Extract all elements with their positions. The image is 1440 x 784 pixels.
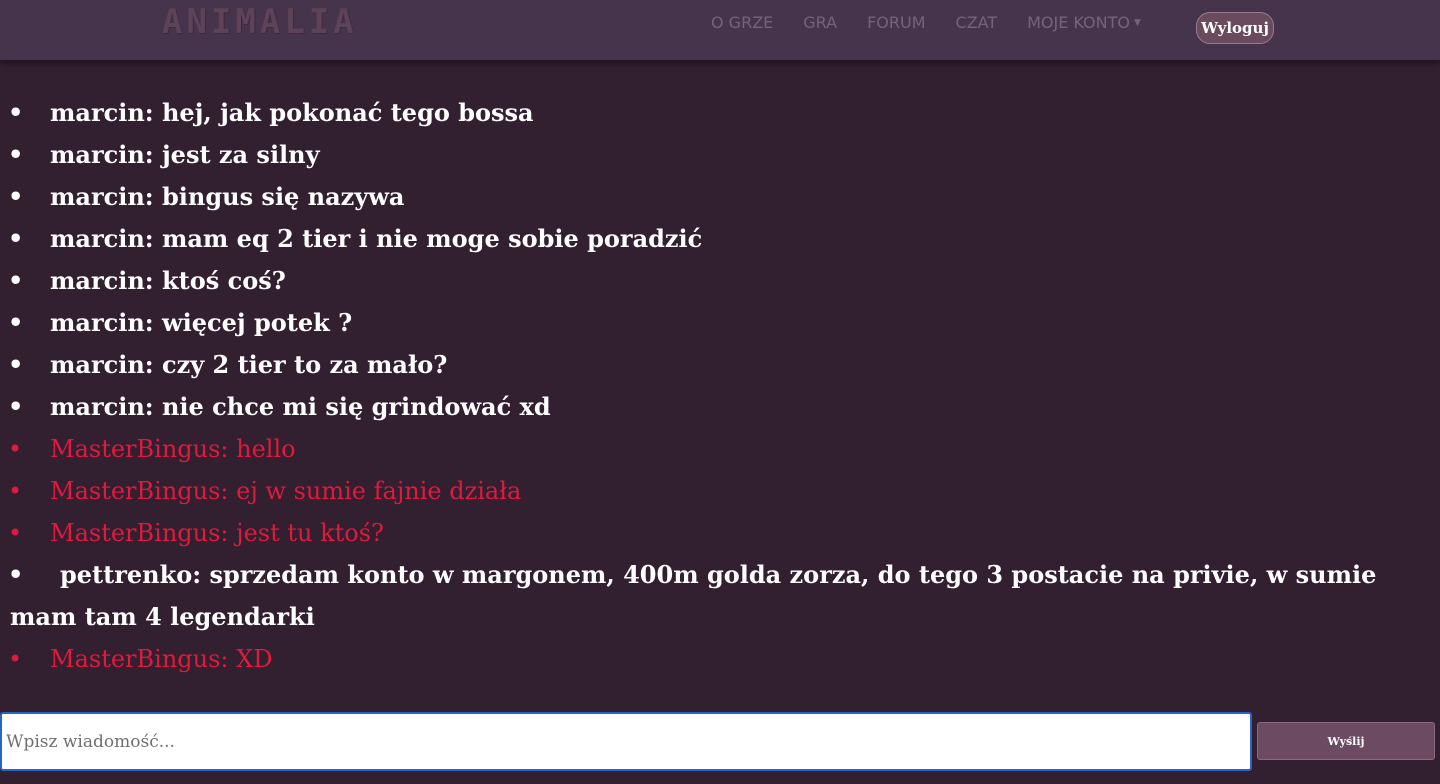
send-button[interactable]: Wyślij	[1257, 722, 1435, 760]
chat-message-list: • marcin: hej, jak pokonać tego bossa • ma…	[0, 92, 1420, 680]
nav-link-gra[interactable]: GRA	[803, 13, 837, 32]
nav-links: O GRZE GRA FORUM CZAT MOJE KONTO ▼	[711, 10, 1171, 34]
bullet-icon: •	[8, 435, 23, 463]
site-logo[interactable]: ANIMALIA	[162, 2, 358, 42]
chat-message: • marcin: jest za silny	[0, 134, 1420, 176]
caret-down-icon: ▼	[1133, 18, 1141, 28]
chat-message-text: MasterBingus: jest tu ktoś?	[50, 519, 384, 547]
logout-button[interactable]: Wyloguj	[1196, 12, 1274, 44]
chat-message-text: marcin: hej, jak pokonać tego bossa	[50, 98, 534, 127]
chat-message-text: marcin: więcej potek ?	[50, 308, 353, 337]
chat-message: • marcin: ktoś coś?	[0, 260, 1420, 302]
chat-message-text: marcin: mam eq 2 tier i nie moge sobie p…	[50, 224, 703, 253]
message-input[interactable]	[0, 712, 1252, 771]
bullet-icon: •	[8, 560, 24, 589]
chat-message-text: MasterBingus: ej w sumie fajnie działa	[50, 477, 522, 505]
chat-message: • marcin: czy 2 tier to za mało?	[0, 344, 1420, 386]
navbar: ANIMALIA O GRZE GRA FORUM CZAT MOJE KONT…	[0, 0, 1440, 60]
chat-message: • MasterBingus: ej w sumie fajnie działa	[0, 470, 1420, 512]
chat-message-text: pettrenko: sprzedam konto w margonem, 40…	[10, 560, 1377, 631]
chat-message-text: marcin: bingus się nazywa	[50, 182, 405, 211]
chat-message: • marcin: bingus się nazywa	[0, 176, 1420, 218]
chat-message: • MasterBingus: XD	[0, 638, 1420, 680]
chat-message-text: marcin: ktoś coś?	[50, 266, 286, 295]
bullet-icon: •	[8, 98, 24, 127]
nav-link-forum[interactable]: FORUM	[867, 13, 925, 32]
chat-message-text: marcin: jest za silny	[50, 140, 320, 169]
chat-message: • MasterBingus: hello	[0, 428, 1420, 470]
bullet-icon: •	[8, 519, 23, 547]
chat-message-text: MasterBingus: hello	[50, 435, 296, 463]
bullet-icon: •	[8, 266, 24, 295]
chat-message: • pettrenko: sprzedam konto w margonem, 4…	[0, 554, 1420, 638]
bullet-icon: •	[8, 140, 24, 169]
bullet-icon: •	[8, 350, 24, 379]
chat-message-text: marcin: nie chce mi się grindować xd	[50, 392, 551, 421]
bullet-icon: •	[8, 477, 23, 505]
nav-link-o-grze[interactable]: O GRZE	[711, 13, 773, 32]
chat-message-text: marcin: czy 2 tier to za mało?	[50, 350, 448, 379]
bullet-icon: •	[8, 308, 24, 337]
bullet-icon: •	[8, 224, 24, 253]
account-dropdown-label: MOJE KONTO	[1027, 12, 1130, 32]
chat-message-text: MasterBingus: XD	[50, 645, 273, 673]
chat-message: • marcin: hej, jak pokonać tego bossa	[0, 92, 1420, 134]
chat-message: • marcin: więcej potek ?	[0, 302, 1420, 344]
account-dropdown[interactable]: MOJE KONTO ▼	[1027, 13, 1141, 32]
bullet-icon: •	[8, 392, 24, 421]
chat-message: • MasterBingus: jest tu ktoś?	[0, 512, 1420, 554]
chat-message: • marcin: mam eq 2 tier i nie moge sobie …	[0, 218, 1420, 260]
bullet-icon: •	[8, 645, 23, 673]
bullet-icon: •	[8, 182, 24, 211]
chat-message: • marcin: nie chce mi się grindować xd	[0, 386, 1420, 428]
nav-link-czat[interactable]: CZAT	[956, 13, 998, 32]
